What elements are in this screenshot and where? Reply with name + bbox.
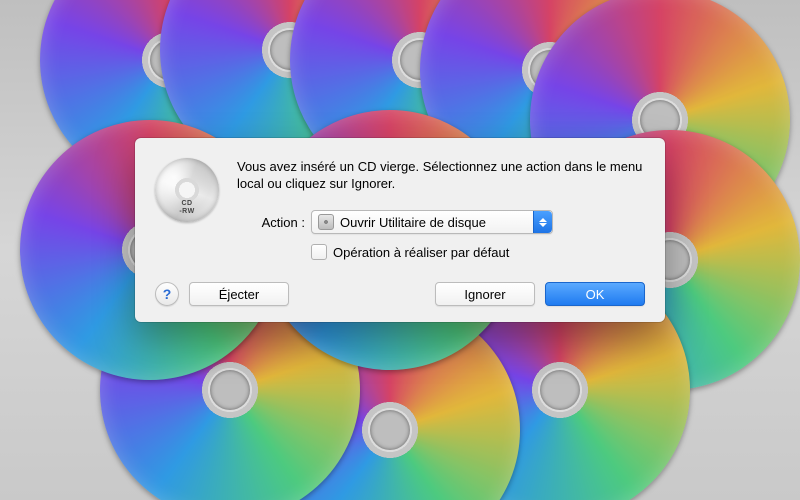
default-action-checkbox[interactable]: [311, 244, 327, 260]
dialog-icon-wrap: CD -RW: [155, 158, 219, 260]
popup-arrows-icon: [533, 211, 552, 233]
action-popup[interactable]: Ouvrir Utilitaire de disque: [311, 210, 553, 234]
cd-icon-label: CD -RW: [155, 200, 219, 216]
help-icon: ?: [163, 286, 172, 302]
action-label: Action :: [237, 215, 311, 230]
eject-button[interactable]: Éjecter: [189, 282, 289, 306]
help-button[interactable]: ?: [155, 282, 179, 306]
eject-button-label: Éjecter: [219, 287, 259, 302]
ignore-button-label: Ignorer: [464, 287, 505, 302]
dialog-message: Vous avez inséré un CD vierge. Sélection…: [237, 158, 645, 192]
cd-rw-icon: CD -RW: [155, 158, 219, 222]
blank-cd-dialog: CD -RW Vous avez inséré un CD vierge. Sé…: [135, 138, 665, 322]
action-popup-value: Ouvrir Utilitaire de disque: [340, 215, 486, 230]
ignore-button[interactable]: Ignorer: [435, 282, 535, 306]
cd-icon-label-top: CD: [181, 200, 192, 207]
default-action-checkbox-label: Opération à réaliser par défaut: [333, 245, 509, 260]
cd-icon-label-bottom: -RW: [179, 208, 194, 215]
disk-utility-icon: [318, 214, 334, 230]
ok-button-label: OK: [586, 287, 605, 302]
desktop-background: CD -RW Vous avez inséré un CD vierge. Sé…: [0, 0, 800, 500]
ok-button[interactable]: OK: [545, 282, 645, 306]
